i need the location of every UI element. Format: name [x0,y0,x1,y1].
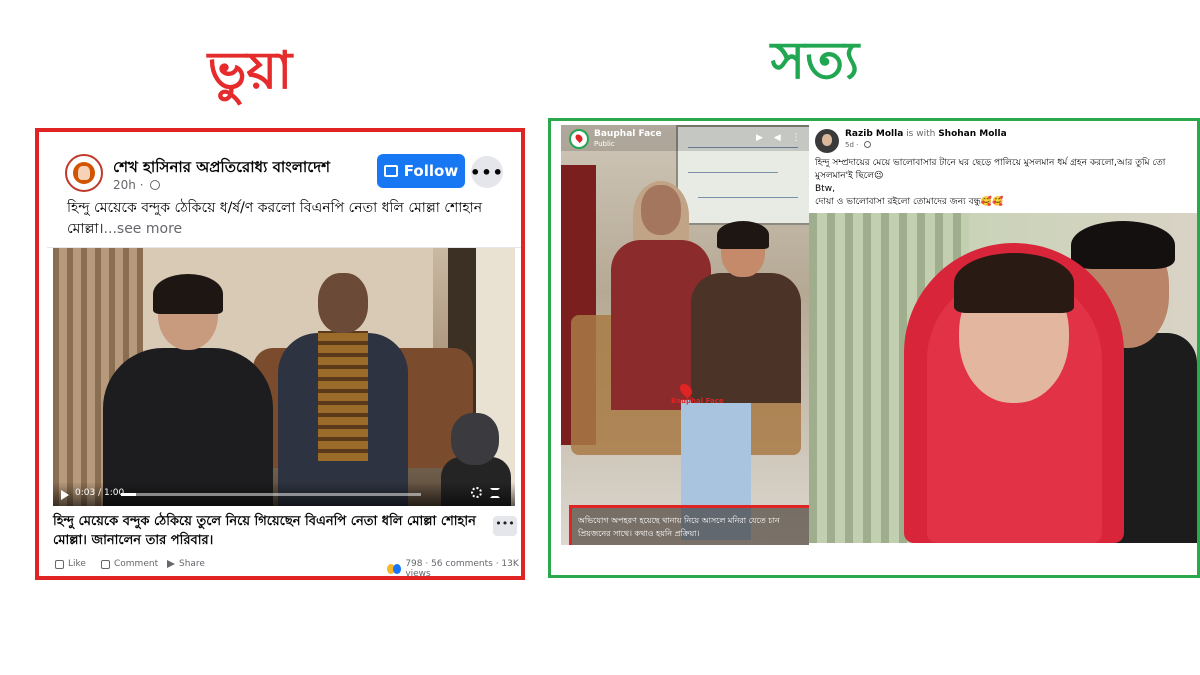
photo-person-young-woman [681,221,801,545]
post-header: শেখ হাসিনার অপ্রতিরোধ্য বাংলাদেশ 20h · F… [47,140,521,248]
true-heading: সত্য [770,31,860,91]
fake-post-panel: শেখ হাসিনার অপ্রতিরোধ্য বাংলাদেশ 20h · F… [35,128,525,580]
caption-text: হিন্দু মেয়েকে বন্দুক ঠেকিয়ে তুলে নিয়ে… [53,514,476,548]
follow-button[interactable]: Follow [377,154,465,188]
thumbs-up-icon [55,559,64,569]
couple-photo [809,213,1197,543]
video-progress-fill [121,493,136,496]
video-topbar: Bauphal Face Public ▶ ◀ ⋮ [561,125,809,151]
fullscreen-icon[interactable] [490,488,500,498]
comment-icon [101,559,110,569]
stats-text: 798 · 56 comments · 13K views [405,559,519,579]
author-avatar[interactable] [815,129,839,153]
pin-label: Bauphal Face [671,397,724,405]
share-label: Share [179,559,205,569]
author-name[interactable]: Razib Molla [845,129,903,139]
video-player[interactable]: 0:03 / 1:00 [53,248,515,506]
video-progress-bar[interactable] [121,493,421,496]
like-button[interactable]: Like [55,559,86,569]
video-time: 0:03 / 1:00 [75,488,125,498]
subtitle-text: অভিযোগ অপহরণ হয়েছে থানায় নিয়ে আসলে মন… [578,516,780,538]
video-person-man [278,273,408,506]
highlighted-subtitle: অভিযোগ অপহরণ হয়েছে থানায় নিয়ে আসলে মন… [569,505,809,545]
facebook-post-screenshot: Razib Molla is with Shohan Molla 5d · হি… [809,125,1197,543]
post-text-line1: হিন্দু সম্প্রদায়ের মেয়ে ভালোবাসার টানে… [815,158,1166,181]
globe-icon [150,180,161,190]
play-icon[interactable] [61,490,69,500]
video-caption: হিন্দু মেয়েকে বন্দুক ঠেকিয়ে তুলে নিয়ে… [47,510,521,552]
caption-more-button[interactable]: ••• [493,516,517,536]
reaction-stats[interactable]: 798 · 56 comments · 13K views [387,559,521,579]
comment-button[interactable]: Comment [101,559,158,569]
source-page-name[interactable]: Bauphal Face [594,129,662,139]
author-line: Razib Molla is with Shohan Molla [845,129,1007,139]
post-time[interactable]: 20h · [113,178,161,192]
follow-icon [383,165,398,177]
post-text-line2: Btw, [815,184,835,194]
tagged-name[interactable]: Shohan Molla [938,129,1006,139]
with-text: is with [906,129,936,139]
see-more-link[interactable]: ...see more [104,221,183,237]
share-button[interactable]: Share [167,559,205,569]
player-icons[interactable]: ▶ ◀ ⋮ [756,133,805,143]
post-text: হিন্দু সম্প্রদায়ের মেয়ে ভালোবাসার টানে… [815,157,1195,209]
post-text: হিন্দু মেয়েকে বন্দুক ঠেকিয়ে ধ/র্ষ/ণ কর… [67,198,507,240]
follow-label: Follow [403,162,459,180]
like-label: Like [68,559,86,569]
post-actions-bar: Like Comment Share 798 · 56 comments · 1… [47,554,521,579]
post-text-line3: দোয়া ও ভালোবাসা রইলো তোমাদের জন্য বন্ধু… [815,197,1004,207]
page-avatar[interactable] [65,154,103,192]
fake-heading: ভুয়া [207,41,293,101]
share-icon [167,560,175,568]
post-time-label: 20h · [113,178,148,192]
settings-gear-icon[interactable] [471,487,482,498]
more-options-button[interactable]: ••• [470,156,503,188]
like-reaction-icon [393,564,402,574]
video-controls: 0:03 / 1:00 [53,482,515,506]
bauphal-logo[interactable] [569,129,589,149]
post-time-label: 5d · [845,141,861,149]
post-time: 5d · [845,141,871,149]
true-post-panel: Bauphal Face Bauphal Face Public ▶ ◀ ⋮ অ… [548,118,1200,578]
globe-icon [863,141,871,148]
comment-label: Comment [114,559,159,569]
privacy-label: Public [594,140,615,148]
news-photo: Bauphal Face Bauphal Face Public ▶ ◀ ⋮ অ… [561,125,809,545]
video-person-woman [103,274,273,506]
